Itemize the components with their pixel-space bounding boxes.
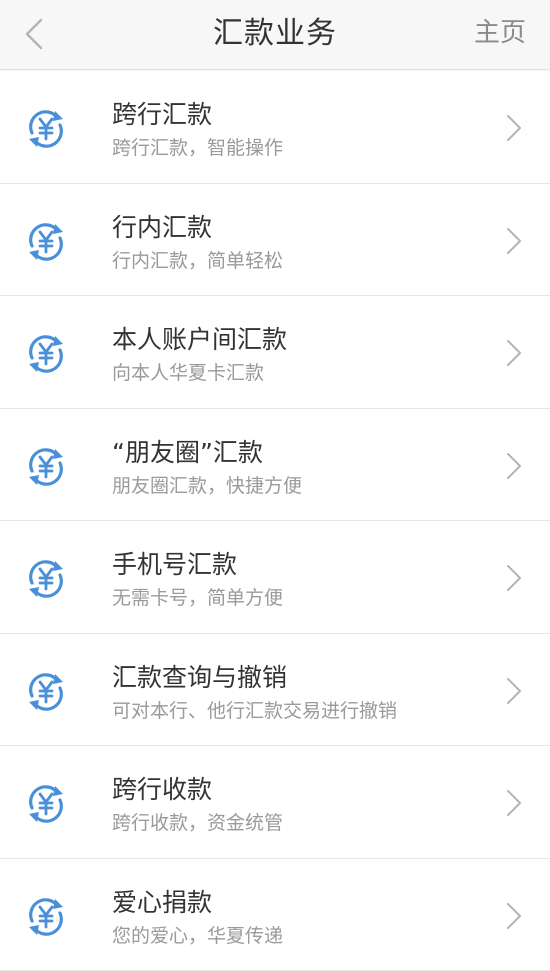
chevron-right-icon [506, 339, 522, 367]
menu-item-phone-number-transfer[interactable]: 手机号汇款 无需卡号，简单方便 [0, 521, 550, 634]
menu-item-interbank-transfer[interactable]: 跨行汇款 跨行汇款，智能操作 [0, 71, 550, 184]
menu-item-subtitle: 跨行收款，资金统管 [112, 808, 283, 835]
chevron-right-icon [506, 902, 522, 930]
yuan-exchange-icon [24, 782, 68, 826]
page-title: 汇款业务 [0, 0, 550, 70]
menu-item-subtitle: 行内汇款，简单轻松 [112, 246, 283, 273]
menu-item-friends-circle-transfer[interactable]: “朋友圈”汇款 朋友圈汇款，快捷方便 [0, 409, 550, 522]
menu-item-title: 爱心捐款 [112, 883, 212, 919]
home-button[interactable]: 主页 [474, 0, 526, 70]
yuan-exchange-icon [24, 445, 68, 489]
menu-item-title: 汇款查询与撤销 [112, 658, 287, 694]
menu-item-title: 本人账户间汇款 [112, 320, 287, 356]
menu-item-subtitle: 您的爱心，华夏传递 [112, 921, 283, 948]
yuan-exchange-icon [24, 557, 68, 601]
menu-item-own-account-transfer[interactable]: 本人账户间汇款 向本人华夏卡汇款 [0, 296, 550, 409]
menu-item-subtitle: 无需卡号，简单方便 [112, 583, 283, 610]
yuan-exchange-icon [24, 332, 68, 376]
nav-bar: 汇款业务 主页 [0, 0, 550, 70]
menu-item-title: 跨行收款 [112, 770, 212, 806]
remittance-menu-list: 跨行汇款 跨行汇款，智能操作 行内汇款 行内汇款，简单轻松 本人账户间汇款 向本… [0, 71, 550, 971]
chevron-right-icon [506, 677, 522, 705]
chevron-right-icon [506, 789, 522, 817]
chevron-right-icon [506, 452, 522, 480]
yuan-exchange-icon [24, 895, 68, 939]
menu-item-subtitle: 向本人华夏卡汇款 [112, 358, 264, 385]
yuan-exchange-icon [24, 220, 68, 264]
menu-item-subtitle: 可对本行、他行汇款交易进行撤销 [112, 696, 397, 723]
yuan-exchange-icon [24, 670, 68, 714]
menu-item-title: “朋友圈”汇款 [112, 433, 263, 469]
chevron-right-icon [506, 114, 522, 142]
chevron-right-icon [506, 564, 522, 592]
menu-item-subtitle: 跨行汇款，智能操作 [112, 133, 283, 160]
chevron-right-icon [506, 227, 522, 255]
menu-item-title: 跨行汇款 [112, 95, 212, 131]
menu-item-charity-donation[interactable]: 爱心捐款 您的爱心，华夏传递 [0, 859, 550, 971]
yuan-exchange-icon [24, 107, 68, 151]
menu-item-intrabank-transfer[interactable]: 行内汇款 行内汇款，简单轻松 [0, 184, 550, 297]
menu-item-title: 手机号汇款 [112, 545, 237, 581]
menu-item-interbank-collection[interactable]: 跨行收款 跨行收款，资金统管 [0, 746, 550, 859]
menu-item-title: 行内汇款 [112, 208, 212, 244]
menu-item-transfer-query-cancel[interactable]: 汇款查询与撤销 可对本行、他行汇款交易进行撤销 [0, 634, 550, 747]
menu-item-subtitle: 朋友圈汇款，快捷方便 [112, 471, 302, 498]
